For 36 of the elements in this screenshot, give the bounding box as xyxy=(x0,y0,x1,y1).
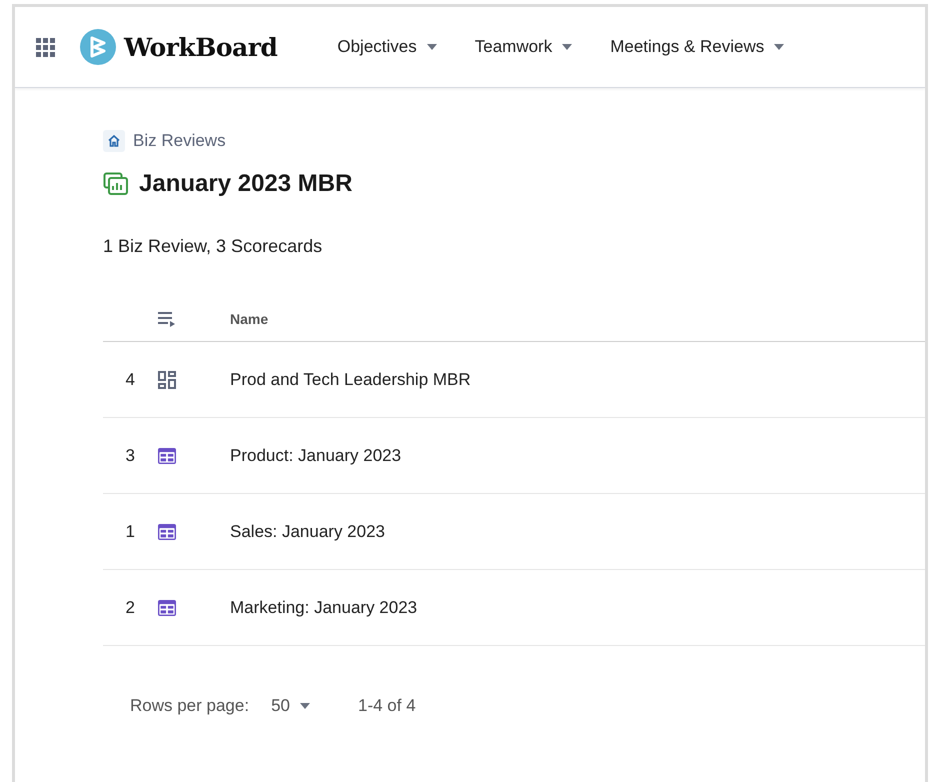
rows-per-page-select[interactable]: 50 xyxy=(271,696,310,716)
table-row[interactable]: 3 Product: January 2023 xyxy=(103,418,925,494)
table-icon xyxy=(157,522,177,540)
dashboard-icon xyxy=(157,370,177,390)
row-number: 1 xyxy=(124,522,136,542)
nav-menu[interactable]: Objectives xyxy=(337,37,437,57)
row-number: 4 xyxy=(124,370,136,390)
caret-icon xyxy=(774,44,784,50)
table-row[interactable]: 4 Prod and Tech Leadership MBR xyxy=(103,342,925,418)
row-number: 2 xyxy=(124,598,136,618)
row-number: 3 xyxy=(124,446,136,466)
row-name: Marketing: January 2023 xyxy=(230,598,418,618)
table-row[interactable]: 2 Marketing: January 2023 xyxy=(103,570,925,646)
caret-icon xyxy=(300,703,310,709)
table-row[interactable]: 1 Sales: January 2023 xyxy=(103,494,925,570)
table-icon xyxy=(157,446,177,464)
nav-menu[interactable]: Teamwork xyxy=(474,37,572,57)
row-name: Sales: January 2023 xyxy=(230,522,385,542)
breadcrumb-link[interactable]: Biz Reviews xyxy=(133,131,226,151)
page-title: January 2023 MBR xyxy=(139,170,352,198)
sort-list-icon[interactable] xyxy=(157,310,177,328)
summary-text: 1 Biz Review, 3 Scorecards xyxy=(103,236,324,257)
logo-icon xyxy=(80,29,116,65)
page-range: 1-4 of 4 xyxy=(358,696,416,716)
nav-menu[interactable]: Meetings & Reviews xyxy=(610,37,784,57)
column-header[interactable]: Name xyxy=(230,311,268,327)
report-icon xyxy=(103,172,129,196)
brand-name: WorkBoard xyxy=(124,32,278,62)
rows-per-page-label: Rows per page: xyxy=(130,696,250,716)
home-icon[interactable] xyxy=(103,130,125,152)
row-name: Prod and Tech Leadership MBR xyxy=(230,370,471,390)
table-icon xyxy=(157,598,177,616)
app-grid-icon[interactable] xyxy=(35,37,55,57)
caret-icon xyxy=(562,44,572,50)
row-name: Product: January 2023 xyxy=(230,446,402,466)
caret-icon xyxy=(426,44,437,50)
